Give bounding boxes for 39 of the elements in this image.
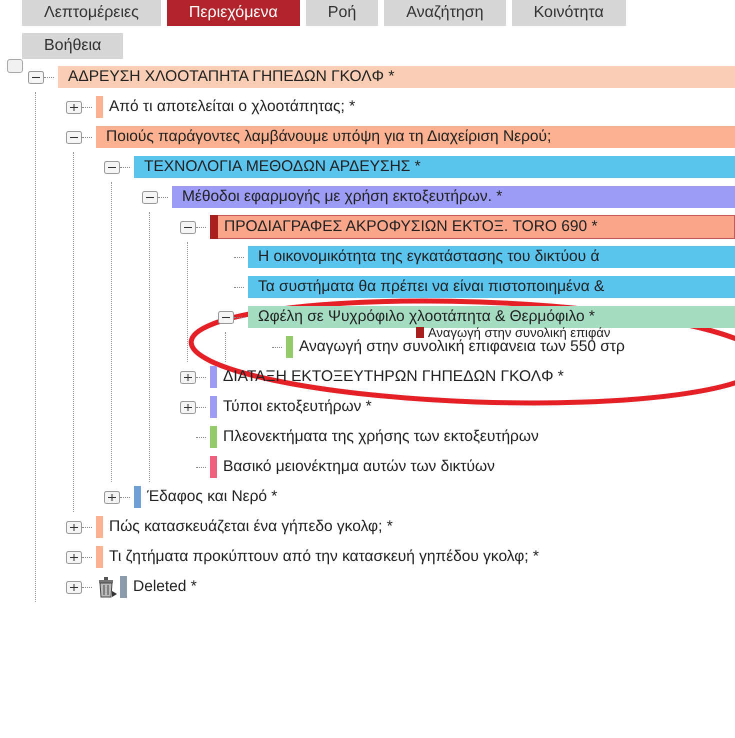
expand-icon[interactable] xyxy=(180,370,196,384)
tab[interactable]: Αναζήτηση xyxy=(384,0,506,26)
collapse-icon[interactable] xyxy=(180,220,196,234)
tree-item[interactable]: Τι ζητήματα προκύπτουν από την κατασκευή γηπέδου γκολφ; * xyxy=(109,548,539,566)
tree-item[interactable]: Ωφέλη σε Ψυχρόφιλο χλοοτάπητα & Θερμόφιλο * xyxy=(248,306,735,328)
expand-icon[interactable] xyxy=(66,580,82,594)
tab[interactable]: Περιεχόμενα xyxy=(166,0,300,26)
tree-item[interactable]: Έδαφος και Νερό * xyxy=(147,488,278,506)
tree-item[interactable]: ΤΕΧΝΟΛΟΓΙΑ ΜΕΘΟΔΩΝ ΑΡΔΕΥΣΗΣ * xyxy=(134,156,735,178)
tree-item[interactable]: Τύποι εκτοξευτήρων * xyxy=(223,398,372,416)
tree-item[interactable]: Ποιούς παράγοντες λαμβάνουμε υπόψη για τη Διαχείριση Νερού; xyxy=(96,126,735,148)
tag-marker xyxy=(210,215,218,239)
checkbox[interactable] xyxy=(7,59,23,73)
expand-icon[interactable] xyxy=(66,520,82,534)
tab[interactable]: Κοινότητα xyxy=(512,0,626,26)
tree-item[interactable]: Deleted * xyxy=(133,578,197,596)
tree-item[interactable]: Από τι αποτελείται ο χλοοτάπητας; * xyxy=(109,98,356,116)
tree-item[interactable]: ΑΔΡΕΥΣΗ ΧΛΟΟΤΑΠΗΤΑ ΓΗΠΕΔΩΝ ΓΚΟΛΦ * xyxy=(58,66,735,88)
tree-item[interactable]: Η οικονομικότητα της εγκατάστασης του δικτύου ά xyxy=(248,246,735,268)
dragged-item[interactable]: Αναγωγή στην συνολική επιφάν xyxy=(428,327,610,338)
tree-item[interactable]: Μέθοδοι εφαρμογής με χρήση εκτοξευτήρων. * xyxy=(172,186,735,208)
expand-icon[interactable] xyxy=(66,550,82,564)
collapse-icon[interactable] xyxy=(104,160,120,174)
trash-icon xyxy=(96,576,118,598)
collapse-icon[interactable] xyxy=(218,310,234,324)
tree-item[interactable]: Πλεονεκτήματα της χρήσης των εκτοξευτήρων xyxy=(223,428,539,446)
expand-icon[interactable] xyxy=(104,490,120,504)
tree-item[interactable]: Βασικό μειονέκτημα αυτών των δικτύων xyxy=(223,458,495,476)
collapse-icon[interactable] xyxy=(142,190,158,204)
tree-item[interactable]: ΠΡΟΔΙΑΓΡΑΦΕΣ ΑΚΡΟΦΥΣΙΩΝ ΕΚΤΟΞ. TORO 690 * xyxy=(218,215,735,239)
collapse-icon[interactable] xyxy=(28,70,44,84)
expand-icon[interactable] xyxy=(180,400,196,414)
tab[interactable]: Λεπτομέρειες xyxy=(22,0,161,26)
tree-item[interactable]: Πώς κατασκευάζεται ένα γήπεδο γκολφ; * xyxy=(109,518,393,536)
tab[interactable]: Ροή xyxy=(306,0,378,26)
tab[interactable]: Βοήθεια xyxy=(22,33,124,59)
collapse-icon[interactable] xyxy=(66,130,82,144)
tree-item[interactable]: Τα συστήματα θα πρέπει να είναι πιστοποιημένα & xyxy=(248,276,735,298)
expand-icon[interactable] xyxy=(66,100,82,114)
